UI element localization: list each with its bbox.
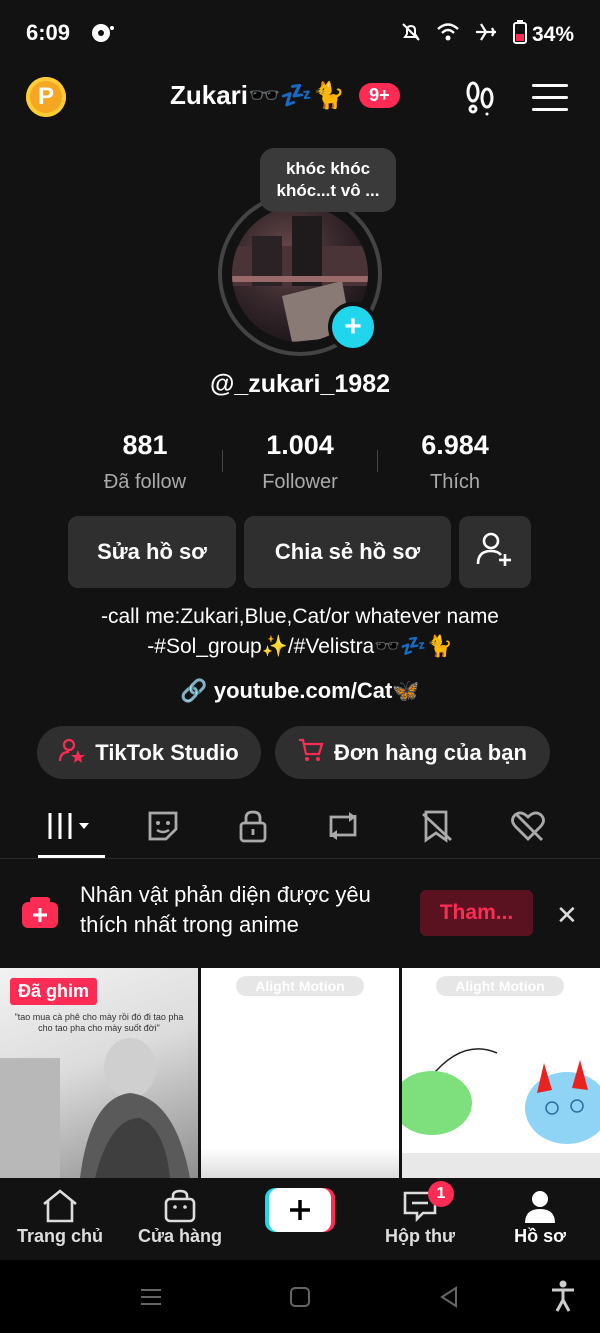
wifi-icon bbox=[436, 22, 460, 48]
promo-text: Nhân vật phản diện được yêu thích nhất t… bbox=[80, 882, 371, 937]
profile-note[interactable]: khóc khóc khóc...t vô ... bbox=[260, 148, 396, 212]
tiktok-studio-button[interactable]: TikTok Studio bbox=[37, 726, 261, 779]
chat-notification-icon bbox=[90, 22, 114, 44]
nav-inbox-label: Hộp thư bbox=[384, 1226, 455, 1246]
watermark-label: Alight Motion bbox=[236, 976, 364, 996]
active-tab-indicator bbox=[38, 855, 105, 858]
videos-icon bbox=[46, 809, 96, 848]
watermark-label: Alight Motion bbox=[436, 976, 564, 996]
home-system-icon[interactable] bbox=[289, 1286, 311, 1313]
promo-join-button[interactable]: Tham... bbox=[420, 890, 533, 936]
pinned-badge: Đã ghim bbox=[10, 978, 98, 1005]
following-count: 881 bbox=[122, 430, 168, 460]
close-icon[interactable]: ✕ bbox=[556, 900, 578, 931]
studio-icon bbox=[59, 737, 86, 769]
accessibility-icon[interactable] bbox=[550, 1280, 576, 1317]
shop-bag-icon bbox=[125, 1186, 235, 1226]
recent-apps-icon[interactable] bbox=[140, 1286, 162, 1313]
inbox-badge: 1 bbox=[428, 1181, 454, 1207]
inbox-icon bbox=[365, 1186, 475, 1226]
nav-shop[interactable]: Cửa hàng bbox=[125, 1186, 235, 1247]
studio-label: TikTok Studio bbox=[95, 739, 239, 765]
coin-button[interactable]: P bbox=[26, 77, 66, 117]
thumbnail-caption: "tao mua cà phê cho mày rồi đó đi tao ph… bbox=[14, 1012, 184, 1033]
saved-icon bbox=[420, 809, 454, 848]
following-stat[interactable]: 881 Đã follow bbox=[68, 430, 222, 494]
orders-label: Đơn hàng của bạn bbox=[334, 739, 527, 765]
coin-icon: P bbox=[37, 83, 54, 110]
nav-shop-label: Cửa hàng bbox=[137, 1226, 223, 1246]
edit-profile-button[interactable]: Sửa hồ sơ bbox=[68, 516, 236, 588]
battery-icon bbox=[512, 20, 528, 50]
status-time: 6:09 bbox=[26, 20, 71, 45]
link-icon: 🔗 bbox=[180, 678, 208, 703]
tab-saved[interactable] bbox=[402, 800, 472, 856]
tab-private[interactable] bbox=[218, 800, 288, 856]
footprint-icon[interactable] bbox=[462, 80, 498, 116]
add-avatar-button[interactable]: + bbox=[328, 302, 378, 352]
share-profile-button[interactable]: Chia sẻ hồ sơ bbox=[244, 516, 451, 588]
follower-count: 1.004 bbox=[266, 430, 334, 460]
repost-icon bbox=[325, 809, 361, 848]
add-friend-button[interactable] bbox=[459, 516, 531, 588]
add-user-icon bbox=[476, 530, 514, 574]
video-thumbnail[interactable] bbox=[402, 968, 600, 1178]
bio-line: -call me:Zukari,Blue,Cat/or whatever nam… bbox=[101, 605, 499, 628]
likes-stat[interactable]: 6.984 Thích bbox=[378, 430, 532, 494]
content-tabs bbox=[0, 800, 600, 859]
battery-level: 34% bbox=[531, 23, 574, 46]
menu-icon[interactable] bbox=[532, 84, 568, 112]
nav-profile-label: Hồ sơ bbox=[514, 1226, 566, 1246]
sticker-icon bbox=[146, 809, 180, 848]
following-label: Đã follow bbox=[103, 471, 187, 493]
lock-icon bbox=[238, 809, 268, 848]
system-nav-bar bbox=[0, 1260, 600, 1333]
profile-link[interactable]: 🔗 youtube.com/Cat🦋 bbox=[0, 678, 600, 704]
nav-home-label: Trang chủ bbox=[16, 1226, 103, 1246]
orders-button[interactable]: Đơn hàng của bạn bbox=[275, 726, 550, 779]
tab-liked[interactable] bbox=[493, 800, 563, 856]
profile-icon bbox=[485, 1186, 595, 1226]
likes-label: Thích bbox=[429, 471, 481, 493]
airplane-icon bbox=[474, 21, 498, 49]
status-icons: 34% bbox=[400, 20, 574, 50]
username: @_zukari_1982 bbox=[209, 370, 391, 398]
video-thumbnail[interactable] bbox=[201, 968, 399, 1178]
nav-profile[interactable]: Hồ sơ bbox=[485, 1186, 595, 1247]
display-name: Zukari🕶️💤🐈 bbox=[170, 80, 346, 110]
bio-line: -#Sol_group✨/#Velistra🕶️💤🐈 bbox=[147, 635, 453, 658]
nav-inbox[interactable]: Hộp thư bbox=[365, 1186, 475, 1247]
mute-icon bbox=[400, 21, 422, 49]
likes-count: 6.984 bbox=[421, 430, 489, 460]
profile-title[interactable]: Zukari🕶️💤🐈 9+ bbox=[170, 80, 400, 111]
create-button[interactable] bbox=[265, 1188, 335, 1232]
follower-label: Follower bbox=[262, 471, 338, 493]
promo-icon bbox=[20, 894, 60, 930]
follower-stat[interactable]: 1.004 Follower bbox=[223, 430, 377, 494]
liked-icon bbox=[510, 809, 546, 848]
nav-home[interactable]: Trang chủ bbox=[5, 1186, 115, 1247]
home-icon bbox=[5, 1186, 115, 1226]
account-badge: 9+ bbox=[359, 83, 400, 108]
tab-videos[interactable] bbox=[36, 800, 106, 856]
back-icon[interactable] bbox=[438, 1286, 460, 1313]
tab-stickers[interactable] bbox=[128, 800, 198, 856]
cart-icon bbox=[298, 737, 324, 769]
link-text: youtube.com/Cat🦋 bbox=[213, 678, 420, 703]
status-bar: 6:09 34% bbox=[0, 0, 600, 68]
tab-reposts[interactable] bbox=[308, 800, 378, 856]
